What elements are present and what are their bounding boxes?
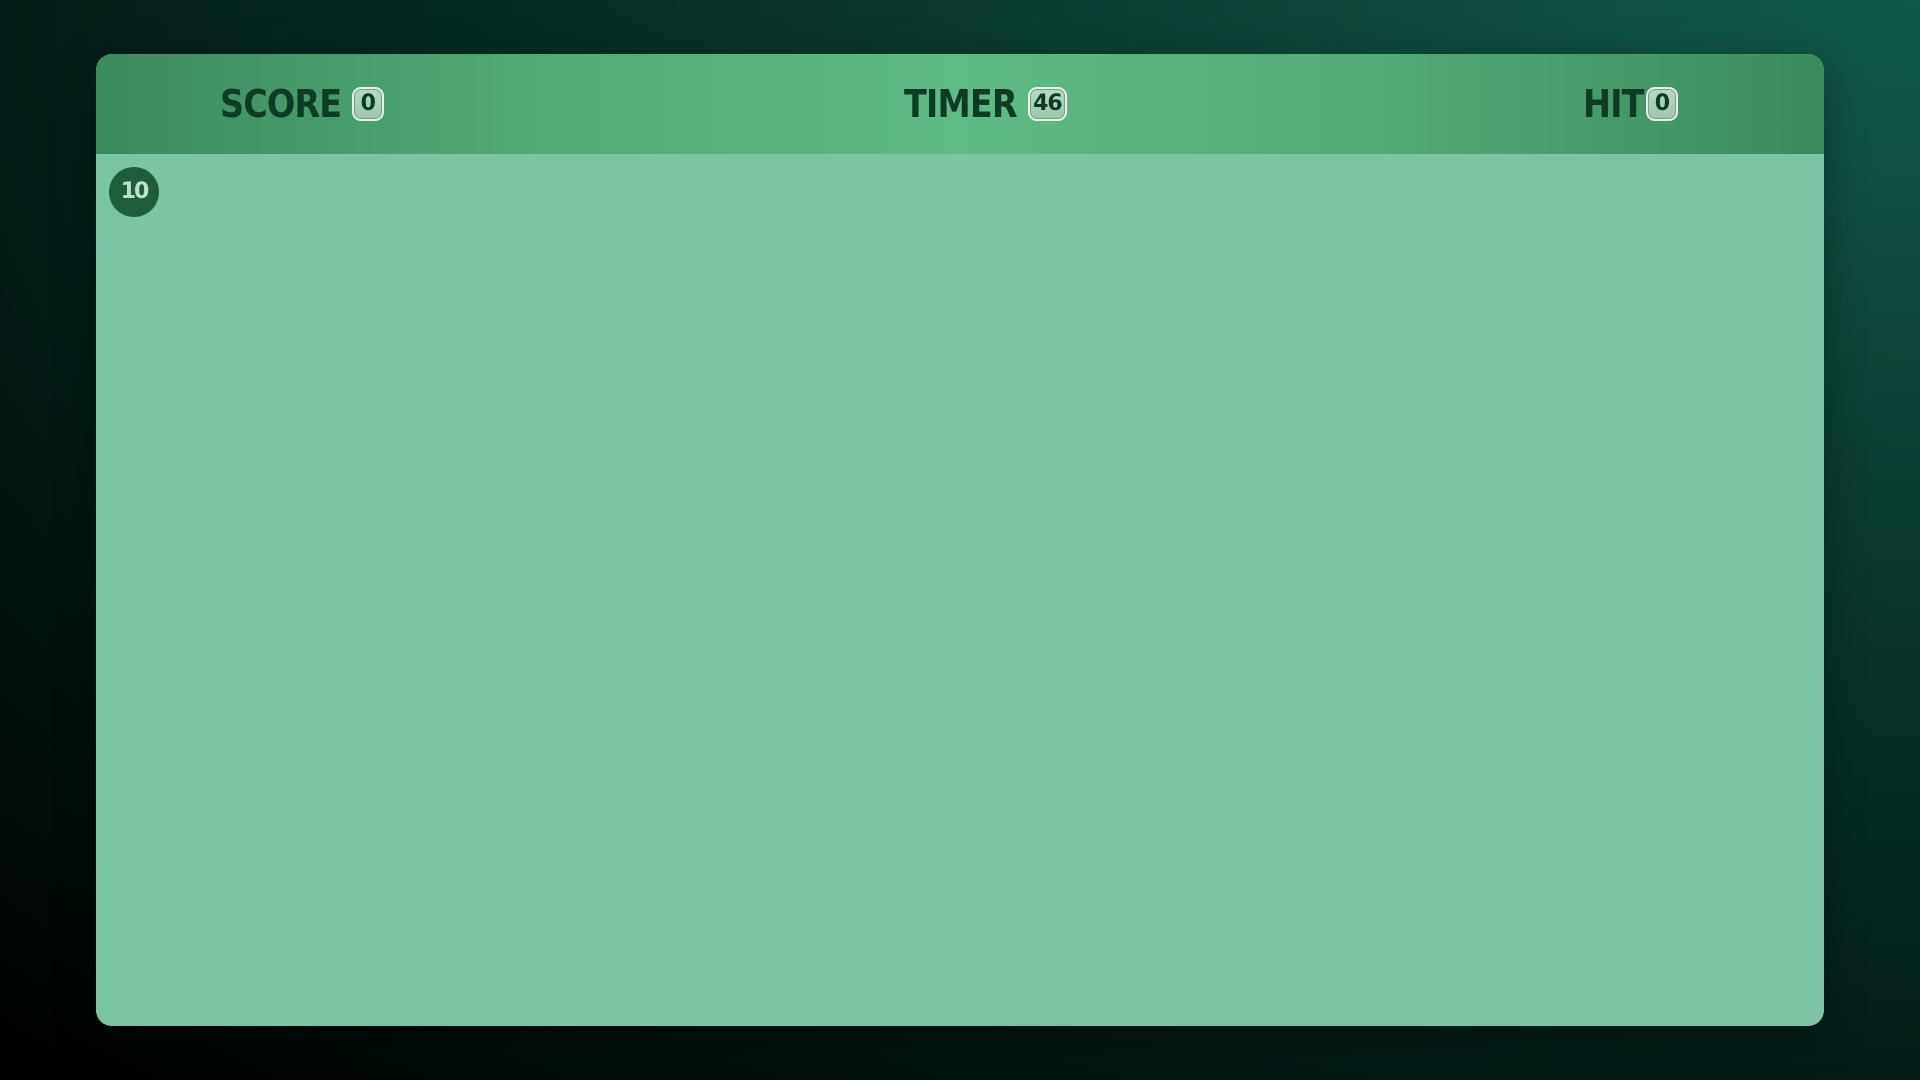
score-value: 0 xyxy=(351,87,384,121)
timer-label: TIMER xyxy=(904,82,1018,126)
score-label: SCORE xyxy=(220,82,342,126)
hit-display: HIT 0 xyxy=(1583,54,1678,154)
timer-display: TIMER 46 xyxy=(904,54,1067,154)
play-area[interactable]: 10 xyxy=(96,154,1824,1026)
hit-value: 0 xyxy=(1645,87,1678,121)
hud-bar: SCORE 0 TIMER 46 HIT 0 xyxy=(96,54,1824,154)
timer-value: 46 xyxy=(1028,87,1067,121)
hit-label: HIT xyxy=(1583,82,1644,126)
score-display: SCORE 0 xyxy=(220,54,384,154)
target-value: 10 xyxy=(120,179,150,204)
target-circle[interactable]: 10 xyxy=(109,167,159,217)
game-panel: SCORE 0 TIMER 46 HIT 0 10 xyxy=(96,54,1824,1026)
